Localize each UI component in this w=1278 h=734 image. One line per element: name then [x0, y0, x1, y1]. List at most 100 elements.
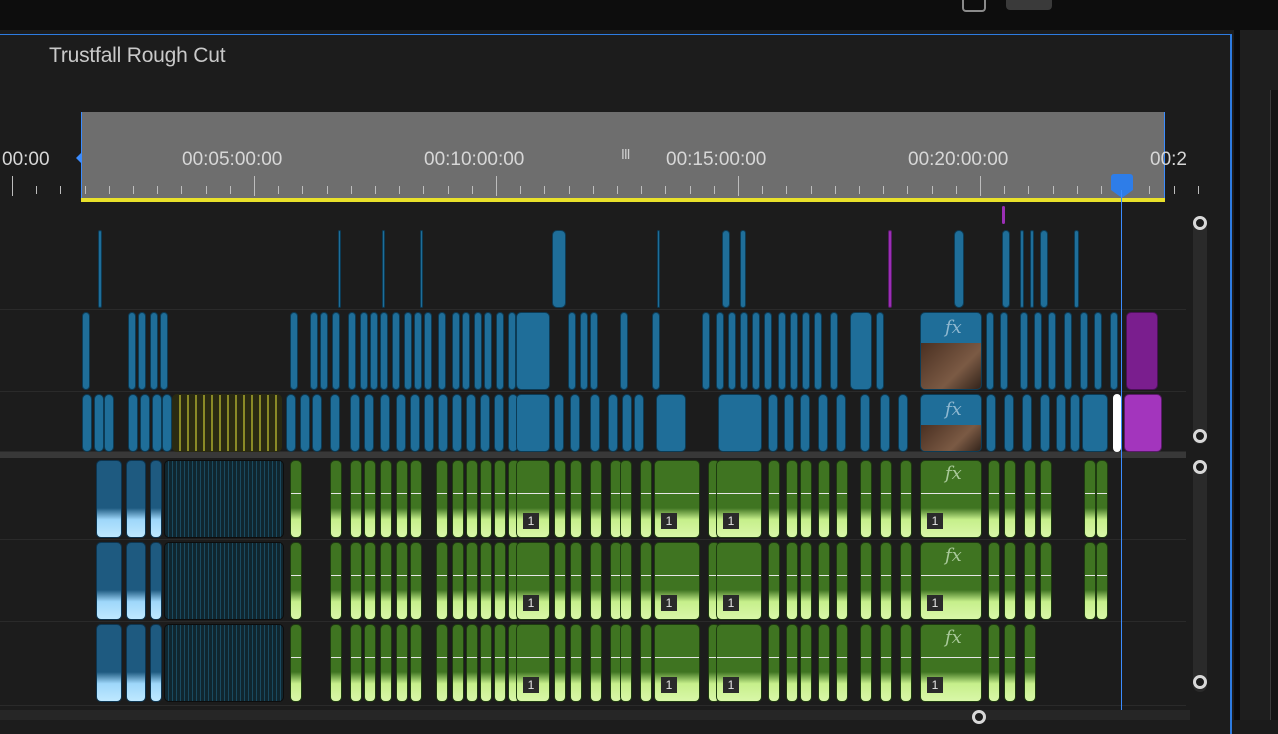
nested-sequence-clip[interactable] [1126, 312, 1158, 390]
video-clip[interactable] [380, 312, 388, 390]
audio-clip[interactable] [554, 460, 566, 538]
audio-clip[interactable] [1024, 542, 1036, 620]
video-clip[interactable] [104, 394, 114, 452]
video-clip[interactable] [350, 394, 360, 452]
audio-clip[interactable] [860, 542, 872, 620]
audio-clip[interactable] [860, 460, 872, 538]
audio-clip-blue[interactable] [126, 460, 146, 538]
audio-clip-blue[interactable] [96, 624, 122, 702]
horizontal-scroll-knob[interactable] [972, 710, 986, 724]
video-clip[interactable] [150, 312, 158, 390]
audio-clip[interactable] [350, 624, 362, 702]
video-clip[interactable] [424, 312, 432, 390]
video-clip[interactable] [82, 394, 92, 452]
video-clip[interactable] [1020, 230, 1024, 308]
audio-clip[interactable]: 1 fx [920, 624, 982, 702]
video-clip[interactable] [320, 312, 328, 390]
toolbar-icon-active[interactable] [1006, 0, 1052, 10]
video-clip[interactable] [494, 394, 504, 452]
video-clip[interactable] [1074, 230, 1079, 308]
video-clip[interactable] [360, 312, 368, 390]
video-clip[interactable] [554, 394, 564, 452]
audio-clip[interactable] [466, 542, 478, 620]
video-clip[interactable] [382, 230, 385, 308]
audio-clip[interactable] [900, 624, 912, 702]
audio-clip[interactable] [290, 460, 302, 538]
video-clip[interactable] [784, 394, 794, 452]
video-clip[interactable] [716, 312, 724, 390]
video-zoom-scrollbar[interactable] [1193, 216, 1207, 444]
video-clip[interactable] [82, 312, 90, 390]
video-clip[interactable] [484, 312, 492, 390]
video-clip[interactable] [424, 394, 434, 452]
video-clip[interactable] [752, 312, 760, 390]
video-clip[interactable] [1020, 312, 1028, 390]
video-clip[interactable] [420, 230, 423, 308]
horizontal-scrollbar[interactable] [0, 710, 1190, 720]
audio-scroll-knob-top[interactable] [1193, 460, 1207, 474]
audio-clip[interactable] [768, 624, 780, 702]
video-clip[interactable] [452, 312, 460, 390]
audio-clip[interactable]: 1 [516, 542, 550, 620]
video-clip[interactable] [718, 394, 762, 452]
video-clip[interactable] [128, 394, 138, 452]
audio-clip[interactable] [570, 624, 582, 702]
video-clip[interactable] [466, 394, 476, 452]
video-clip[interactable] [452, 394, 462, 452]
audio-clip-blue[interactable] [150, 624, 162, 702]
video-clip[interactable] [876, 312, 884, 390]
video-clip[interactable] [1040, 230, 1048, 308]
audio-clip[interactable] [988, 460, 1000, 538]
audio-clip[interactable] [1096, 460, 1108, 538]
video-clip[interactable] [474, 312, 482, 390]
video-clip[interactable] [480, 394, 490, 452]
video-clip[interactable] [1022, 394, 1032, 452]
audio-clip[interactable] [1096, 542, 1108, 620]
video-clip[interactable] [580, 312, 588, 390]
audio-clip[interactable] [494, 542, 506, 620]
video-clip[interactable] [396, 394, 406, 452]
nested-clip-marker[interactable] [888, 230, 892, 308]
video-clip[interactable] [516, 394, 550, 452]
audio-clip[interactable]: 1 [716, 542, 762, 620]
video-clip[interactable] [656, 394, 686, 452]
audio-clip[interactable] [330, 624, 342, 702]
audio-clip[interactable]: 1 [716, 460, 762, 538]
audio-clip[interactable] [452, 624, 464, 702]
video-clip[interactable] [986, 312, 994, 390]
audio-clip[interactable] [590, 460, 602, 538]
video-clip[interactable] [552, 230, 566, 308]
video-clip[interactable] [160, 312, 168, 390]
audio-clip[interactable] [620, 542, 632, 620]
audio-clip-blue[interactable] [150, 542, 162, 620]
video-clip[interactable] [138, 312, 146, 390]
video-clip[interactable] [310, 312, 318, 390]
audio-clip[interactable] [396, 624, 408, 702]
video-clip[interactable] [392, 312, 400, 390]
audio-clip[interactable] [436, 624, 448, 702]
fx-clip[interactable]: fx [920, 312, 982, 390]
video-clip[interactable] [312, 394, 322, 452]
audio-clip[interactable] [800, 624, 812, 702]
audio-clip[interactable] [480, 542, 492, 620]
video-clip[interactable] [348, 312, 356, 390]
audio-clip[interactable]: 1 [654, 460, 700, 538]
video-clip[interactable] [496, 312, 504, 390]
video-clip[interactable] [508, 312, 516, 390]
video-clip[interactable] [1082, 394, 1108, 452]
video-clip[interactable] [740, 312, 748, 390]
audio-clip[interactable]: 1 fx [920, 460, 982, 538]
audio-clip[interactable] [480, 624, 492, 702]
audio-clip[interactable] [364, 624, 376, 702]
video-clip[interactable] [1034, 312, 1042, 390]
audio-clip[interactable] [620, 460, 632, 538]
video-clip[interactable] [1080, 312, 1088, 390]
video-clip[interactable] [1030, 230, 1034, 308]
video-clip[interactable] [764, 312, 772, 390]
audio-clip[interactable] [818, 460, 830, 538]
audio-clip[interactable] [436, 460, 448, 538]
video-clip[interactable] [98, 230, 102, 308]
video-clip[interactable] [162, 394, 172, 452]
video-clip[interactable] [634, 394, 644, 452]
video-clip[interactable] [880, 394, 890, 452]
